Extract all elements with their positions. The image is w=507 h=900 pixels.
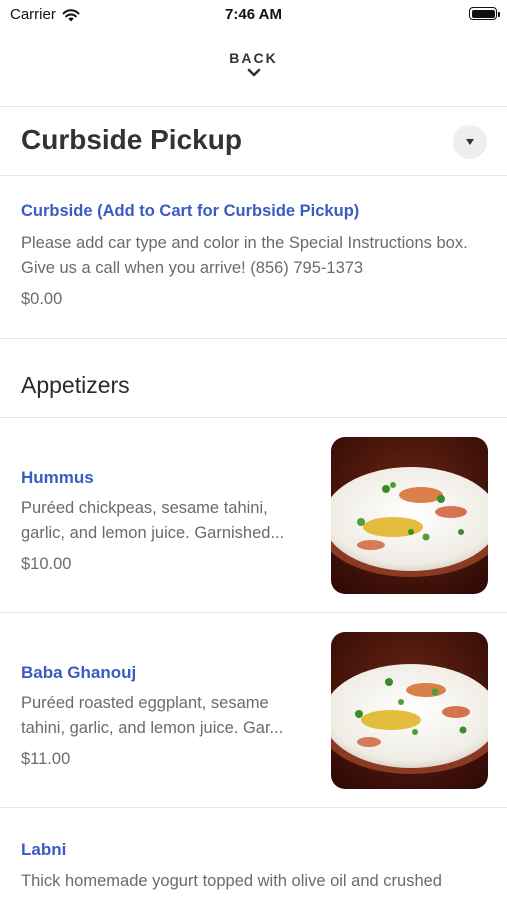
item-price: $0.00 bbox=[21, 290, 63, 308]
menu-item-hummus[interactable]: Hummus Puréed chickpeas, sesame tahini, … bbox=[0, 418, 507, 612]
item-description: Puréed roasted eggplant, sesame tahini, … bbox=[21, 694, 284, 737]
menu-item-labni[interactable]: Labni Thick homemade yogurt topped with … bbox=[0, 808, 507, 900]
item-description: Please add car type and color in the Spe… bbox=[21, 234, 468, 277]
back-button[interactable]: BACK bbox=[0, 50, 507, 90]
caret-down-icon bbox=[466, 139, 474, 145]
divider bbox=[0, 106, 507, 107]
menu-item-curbside[interactable]: Curbside (Add to Cart for Curbside Picku… bbox=[0, 176, 507, 338]
item-name: Hummus bbox=[21, 468, 94, 487]
section-title-curbside: Curbside Pickup bbox=[21, 124, 242, 155]
menu-item-baba-ghanouj[interactable]: Baba Ghanouj Puréed roasted eggplant, se… bbox=[0, 613, 507, 807]
section-title-appetizers: Appetizers bbox=[21, 372, 130, 398]
item-name: Labni bbox=[21, 840, 67, 859]
chevron-down-icon bbox=[247, 68, 260, 77]
clock: 7:46 AM bbox=[225, 6, 282, 23]
hummus-photo bbox=[331, 437, 488, 594]
item-name: Curbside (Add to Cart for Curbside Picku… bbox=[21, 202, 360, 220]
battery-icon bbox=[469, 7, 500, 20]
back-label: BACK bbox=[229, 50, 278, 66]
item-description: Thick homemade yogurt topped with olive … bbox=[21, 872, 442, 890]
baba-ghanouj-photo bbox=[331, 632, 488, 789]
item-name: Baba Ghanouj bbox=[21, 663, 137, 682]
item-price: $10.00 bbox=[21, 555, 72, 573]
section-dropdown-button[interactable] bbox=[453, 125, 487, 159]
item-price: $11.00 bbox=[21, 750, 71, 768]
status-bar: Carrier 7:46 AM bbox=[0, 0, 507, 28]
divider bbox=[0, 338, 507, 339]
item-description: Puréed chickpeas, sesame tahini, garlic,… bbox=[21, 499, 285, 542]
